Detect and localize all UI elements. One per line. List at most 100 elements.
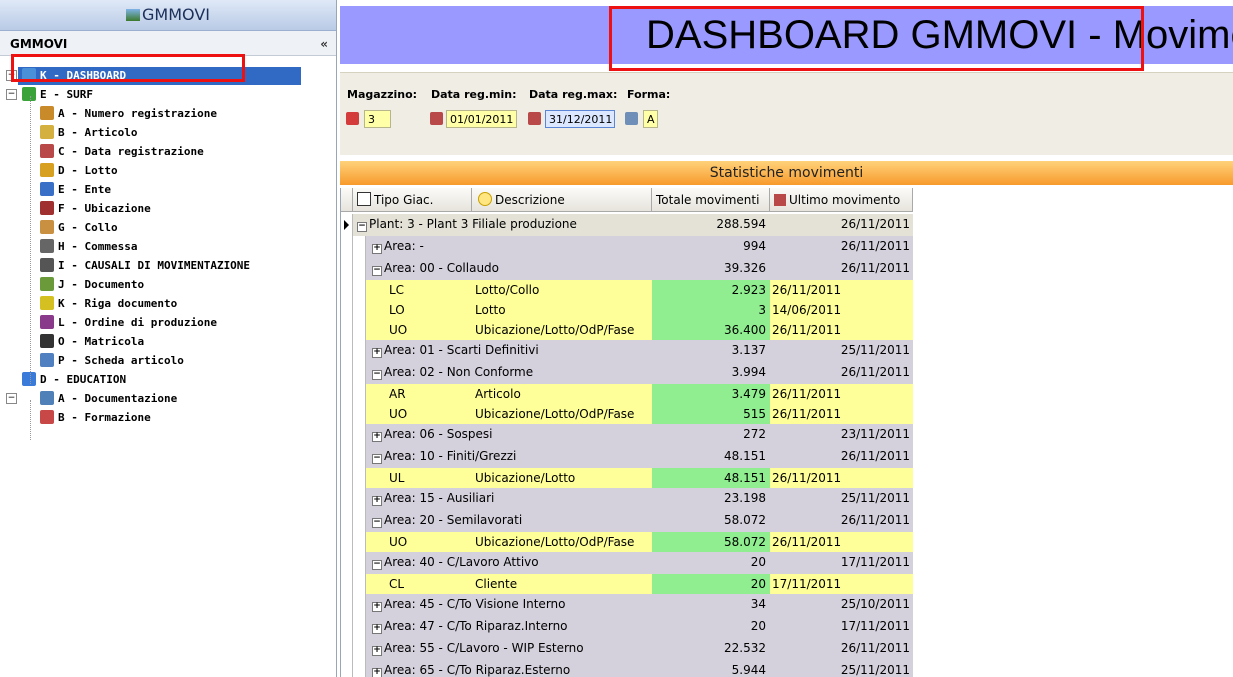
row-indicator (341, 300, 353, 320)
area-group-row[interactable]: + Area: 65 - C/To Riparaz.Esterno 5.944 25/… (341, 660, 913, 677)
tree-item[interactable]: L - Ordine di produzione (40, 314, 217, 332)
ultimo-cell: 26/11/2011 (772, 407, 842, 421)
box-icon (40, 220, 54, 234)
tree-item[interactable]: E - SURF (22, 86, 93, 104)
tipo-giac-cell: CL (389, 577, 405, 591)
column-header-tipo-giac[interactable]: Tipo Giac. (353, 188, 472, 212)
tree-item[interactable]: J - Documento (40, 276, 144, 294)
tree-item[interactable]: D - EDUCATION (22, 371, 126, 389)
lot-icon (40, 163, 54, 177)
tools-icon (40, 106, 54, 120)
table-row[interactable]: AR Articolo 3.479 26/11/2011 (341, 384, 913, 404)
expand-icon[interactable]: + (372, 624, 382, 634)
tree-item[interactable]: B - Articolo (40, 124, 137, 142)
expand-icon[interactable]: + (372, 646, 382, 656)
collapse-icon[interactable]: − (372, 266, 382, 276)
area-group-row[interactable]: + Area: 01 - Scarti Definitivi 3.137 25/11/… (341, 340, 913, 362)
expand-icon[interactable]: + (372, 348, 382, 358)
area-group-row[interactable]: − Area: 10 - Finiti/Grezzi 48.151 26/11/201… (341, 446, 913, 468)
tree-item[interactable]: A - Documentazione (40, 390, 177, 408)
tree-item[interactable]: K - Riga documento (40, 295, 177, 313)
tree-item[interactable]: C - Data registrazione (40, 143, 204, 161)
forma-field[interactable]: A (643, 110, 658, 128)
calendar-icon (774, 194, 786, 206)
area-group-row[interactable]: − Area: 40 - C/Lavoro Attivo 20 17/11/2011 (341, 552, 913, 574)
collapse-icon[interactable]: − (372, 370, 382, 380)
data-max-field[interactable]: 31/12/2011 (545, 110, 615, 128)
tree-expander[interactable]: − (6, 89, 17, 100)
area-group-row[interactable]: − Area: 20 - Semilavorati 58.072 26/11/2011 (341, 510, 913, 532)
group-label-cell: + Area: - (372, 236, 424, 258)
area-group-row[interactable]: − Area: 02 - Non Conforme 3.994 26/11/2011 (341, 362, 913, 384)
highlight-banner-title (609, 6, 1144, 71)
descrizione-cell: Ubicazione/Lotto/OdP/Fase (475, 323, 635, 337)
expand-icon[interactable]: + (372, 668, 382, 677)
tree-item[interactable]: O - Matricola (40, 333, 144, 351)
calendar-icon[interactable] (528, 112, 541, 125)
tree-item[interactable]: I - CAUSALI DI MOVIMENTAZIONE (40, 257, 250, 275)
table-row[interactable]: UO Ubicazione/Lotto/OdP/Fase 58.072 26/11/2… (341, 532, 913, 552)
totale-cell: 36.400 (652, 320, 770, 340)
tree-item-label: K - Riga documento (58, 297, 178, 310)
tree-expander[interactable]: − (6, 393, 17, 404)
data-min-field[interactable]: 01/01/2011 (446, 110, 517, 128)
calendar-icon[interactable] (430, 112, 443, 125)
collapse-icon[interactable]: − (372, 518, 382, 528)
expand-icon[interactable]: + (372, 496, 382, 506)
collapse-icon[interactable]: − (372, 560, 382, 570)
group-label: Area: 65 - C/To Riparaz.Esterno (384, 663, 571, 677)
group-indent (353, 340, 366, 362)
table-row[interactable]: CL Cliente 20 17/11/2011 (341, 574, 913, 594)
table-row[interactable]: UO Ubicazione/Lotto/OdP/Fase 515 26/11/2011 (341, 404, 913, 424)
tree-item[interactable]: P - Scheda articolo (40, 352, 184, 370)
tree-item[interactable]: B - Formazione (40, 409, 151, 427)
tree-item[interactable]: H - Commessa (40, 238, 137, 256)
tree-item-label: C - Data registrazione (58, 145, 204, 158)
form-icon (625, 112, 638, 125)
tipo-giac-cell: LC (389, 283, 405, 297)
tree-item-label: E - Ente (58, 183, 111, 196)
area-group-row[interactable]: + Area: 15 - Ausiliari 23.198 25/11/2011 (341, 488, 913, 510)
ultimo-cell: 26/11/2011 (840, 239, 910, 253)
group-indent (353, 594, 366, 616)
expand-icon[interactable]: + (372, 432, 382, 442)
document-icon (40, 277, 54, 291)
row-indicator (341, 320, 353, 340)
totale-cell: 34 (750, 597, 766, 611)
collapse-icon[interactable]: − (357, 222, 367, 232)
table-row[interactable]: UL Ubicazione/Lotto 48.151 26/11/2011 (341, 468, 913, 488)
table-row[interactable]: UO Ubicazione/Lotto/OdP/Fase 36.400 26/11/2… (341, 320, 913, 340)
ultimo-cell: 26/11/2011 (772, 283, 842, 297)
refresh-icon (22, 87, 36, 101)
article-icon (40, 125, 54, 139)
row-indicator (341, 214, 353, 236)
column-header-descrizione[interactable]: Descrizione (472, 188, 652, 212)
ultimo-cell: 25/11/2011 (840, 343, 910, 357)
expand-icon[interactable]: + (372, 244, 382, 254)
tree-item[interactable]: E - Ente (40, 181, 111, 199)
expand-icon[interactable]: + (372, 602, 382, 612)
tree-item-label: B - Articolo (58, 126, 138, 139)
table-row[interactable]: LC Lotto/Collo 2.923 26/11/2011 (341, 280, 913, 300)
collapse-panel-button[interactable]: « (320, 31, 328, 57)
column-header-totale[interactable]: Totale movimenti (652, 188, 770, 212)
area-group-row[interactable]: + Area: 45 - C/To Visione Interno 34 25/10/… (341, 594, 913, 616)
totale-cell: 20 (652, 574, 770, 594)
plant-group-row[interactable]: − Plant: 3 - Plant 3 Filiale produzione 28… (341, 214, 913, 236)
magazzino-field[interactable]: 3 (364, 110, 391, 128)
area-group-row[interactable]: + Area: 55 - C/Lavoro - WIP Esterno 22.532… (341, 638, 913, 660)
row-indicator (341, 510, 353, 532)
area-group-row[interactable]: + Area: 47 - C/To Riparaz.Interno 20 17/11/… (341, 616, 913, 638)
collapse-icon[interactable]: − (372, 454, 382, 464)
area-group-row[interactable]: + Area: 06 - Sospesi 272 23/11/2011 (341, 424, 913, 446)
tree-item[interactable]: F - Ubicazione (40, 200, 151, 218)
table-row[interactable]: LO Lotto 3 14/06/2011 (341, 300, 913, 320)
tree-item[interactable]: A - Numero registrazione (40, 105, 217, 123)
tree-item[interactable]: D - Lotto (40, 162, 118, 180)
tree-item[interactable]: G - Collo (40, 219, 118, 237)
area-group-row[interactable]: − Area: 00 - Collaudo 39.326 26/11/2011 (341, 258, 913, 280)
column-header-ultimo[interactable]: Ultimo movimento (770, 188, 913, 212)
area-group-row[interactable]: + Area: - 994 26/11/2011 (341, 236, 913, 258)
totale-cell: 3.137 (731, 343, 766, 357)
group-label-cell: − Area: 02 - Non Conforme (372, 362, 533, 384)
